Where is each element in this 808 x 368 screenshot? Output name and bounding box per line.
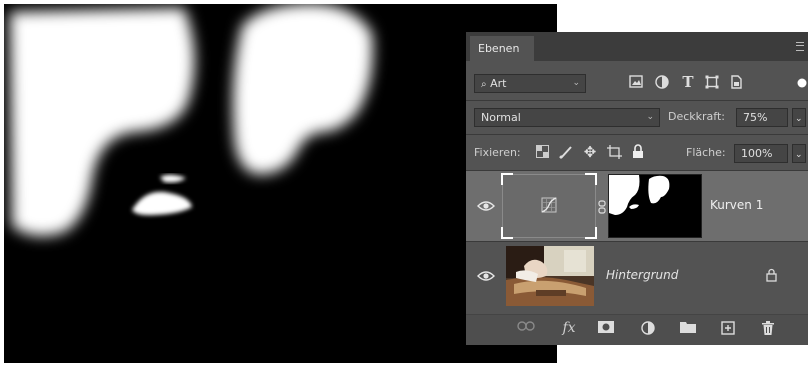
- search-icon: ⌕: [481, 79, 487, 90]
- curves-icon: [541, 197, 557, 216]
- panel-menu-icon[interactable]: [796, 42, 804, 51]
- layer-name[interactable]: Hintergrund: [606, 268, 678, 282]
- panel-tab-bar: Ebenen: [466, 32, 808, 61]
- fill-field[interactable]: 100%: [734, 144, 788, 163]
- folder-icon[interactable]: [678, 321, 698, 337]
- adjustment-thumbnail[interactable]: [501, 173, 597, 239]
- photo-thumbnail: [506, 246, 594, 306]
- blend-mode-value: Normal: [481, 111, 521, 124]
- image-thumbnail[interactable]: [506, 246, 594, 306]
- filter-pixel-icon[interactable]: [628, 75, 644, 92]
- adjustment-icon[interactable]: [638, 321, 658, 339]
- fill-label: Fläche:: [686, 146, 726, 159]
- chevron-down-icon: ⌄: [572, 78, 580, 88]
- layer-mask-thumbnail[interactable]: [608, 174, 702, 238]
- fx-icon[interactable]: fx: [558, 321, 580, 335]
- layer-row-kurven[interactable]: Kurven 1: [466, 171, 808, 241]
- fill-value: 100%: [741, 147, 773, 160]
- new-layer-icon[interactable]: [718, 321, 738, 339]
- lock-artboard-icon[interactable]: [606, 145, 622, 163]
- visibility-eye-icon[interactable]: [477, 200, 495, 212]
- mask-icon[interactable]: [596, 321, 616, 337]
- opacity-stepper[interactable]: ⌄: [792, 108, 806, 127]
- selection-corner: [501, 227, 513, 239]
- fill-stepper[interactable]: ⌄: [792, 144, 806, 163]
- visibility-eye-icon[interactable]: [477, 270, 495, 282]
- layer-name[interactable]: Kurven 1: [710, 198, 763, 212]
- filter-kind-value: Art: [490, 77, 507, 90]
- blend-mode-dropdown[interactable]: Normal ⌄: [474, 108, 660, 127]
- layers-panel: Ebenen ⌕ Art ⌄ T Normal ⌄ Deckkraft: 75%…: [466, 32, 808, 345]
- filter-kind-dropdown[interactable]: ⌕ Art ⌄: [474, 74, 586, 93]
- lock-label: Fixieren:: [474, 146, 521, 159]
- selection-corner: [585, 173, 597, 185]
- opacity-label: Deckkraft:: [668, 110, 725, 123]
- lock-all-icon[interactable]: [630, 144, 646, 163]
- selection-corner: [585, 227, 597, 239]
- divider: [466, 134, 808, 135]
- filter-toggle-icon[interactable]: [796, 76, 808, 92]
- mask-link-icon[interactable]: [598, 200, 606, 217]
- lock-position-icon[interactable]: ✥: [581, 144, 599, 160]
- chevron-down-icon: ⌄: [646, 112, 654, 122]
- opacity-field[interactable]: 75%: [736, 108, 788, 127]
- tab-layers[interactable]: Ebenen: [470, 36, 534, 61]
- mask-thumbnail-image: [609, 175, 670, 215]
- panel-footer: fx: [466, 315, 808, 345]
- filter-smart-object-icon[interactable]: [728, 75, 744, 93]
- filter-shape-icon[interactable]: [704, 75, 720, 93]
- layer-row-hintergrund[interactable]: Hintergrund: [466, 242, 808, 310]
- opacity-value: 75%: [743, 111, 768, 124]
- lock-transparent-icon[interactable]: [534, 145, 550, 162]
- lock-image-pixels-icon[interactable]: [558, 145, 574, 163]
- link-icon[interactable]: [516, 321, 536, 335]
- divider: [466, 100, 808, 101]
- filter-type-icon[interactable]: T: [680, 74, 696, 90]
- chevron-down-icon: ⌄: [795, 150, 803, 160]
- chevron-down-icon: ⌄: [795, 114, 803, 124]
- trash-icon[interactable]: [758, 321, 778, 339]
- selection-corner: [501, 173, 513, 185]
- filter-adjustment-icon[interactable]: [654, 75, 670, 93]
- lock-icon[interactable]: [766, 268, 777, 285]
